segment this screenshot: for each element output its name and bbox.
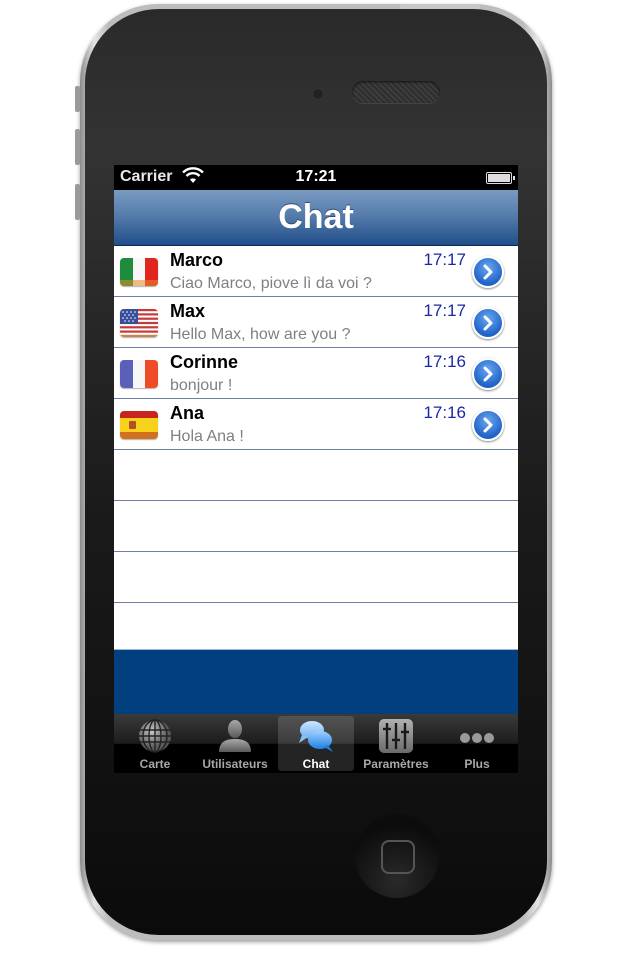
disclosure-button[interactable] xyxy=(472,409,504,441)
volume-down-button xyxy=(75,184,80,220)
italy-flag-icon xyxy=(120,258,158,286)
contact-name: Marco xyxy=(170,250,224,270)
empty-row xyxy=(114,603,518,655)
message-time: 17:16 xyxy=(423,403,466,422)
contact-name: Ana xyxy=(170,403,205,423)
battery-icon xyxy=(486,172,515,184)
page-title: Chat xyxy=(278,198,354,236)
empty-row xyxy=(114,552,518,603)
tab-bar: Carte Utilisateurs Chat Paramètres Plus xyxy=(114,714,518,773)
globe-icon xyxy=(137,719,173,753)
empty-row xyxy=(114,450,518,501)
empty-row xyxy=(114,501,518,552)
user-icon xyxy=(217,719,253,753)
chat-bubbles-icon xyxy=(298,719,334,753)
message-preview: bonjour ! xyxy=(170,377,233,394)
tab-utilisateurs[interactable]: Utilisateurs xyxy=(197,716,273,771)
france-flag-icon xyxy=(120,360,158,388)
screen: Carrier 17:21 Chat Marco Ciao Marco, pio… xyxy=(114,165,518,773)
tab-label: Chat xyxy=(302,757,330,771)
spain-flag-icon xyxy=(120,411,158,439)
home-button[interactable] xyxy=(355,814,439,898)
conversation-row-max[interactable]: Max Hello Max, how are you ? 17:17 xyxy=(114,297,518,348)
tab-label: Utilisateurs xyxy=(202,757,268,771)
home-square-icon xyxy=(381,840,415,874)
disclosure-button[interactable] xyxy=(472,358,504,390)
message-time: 17:17 xyxy=(423,250,466,269)
message-preview: Hola Ana ! xyxy=(170,428,244,445)
tab-chat[interactable]: Chat xyxy=(278,716,354,771)
navigation-bar: Chat xyxy=(114,190,518,246)
conversation-row-marco[interactable]: Marco Ciao Marco, piove lì da voi ? 17:1… xyxy=(114,246,518,297)
chevron-right-icon xyxy=(483,315,493,331)
status-time: 17:21 xyxy=(295,168,337,185)
disclosure-button[interactable] xyxy=(472,256,504,288)
tab-parametres[interactable]: Paramètres xyxy=(358,716,434,771)
contact-name: Max xyxy=(170,301,206,321)
usa-flag-icon xyxy=(120,309,158,337)
chevron-right-icon xyxy=(483,264,493,280)
message-preview: Hello Max, how are you ? xyxy=(170,326,351,343)
status-bar: Carrier 17:21 xyxy=(114,165,518,190)
sliders-icon xyxy=(378,719,414,753)
earpiece-speaker xyxy=(352,81,440,103)
message-preview: Ciao Marco, piove lì da voi ? xyxy=(170,275,372,292)
tab-carte[interactable]: Carte xyxy=(117,716,193,771)
tab-plus[interactable]: Plus xyxy=(439,716,515,771)
mute-switch xyxy=(75,86,80,112)
volume-up-button xyxy=(75,129,80,165)
tab-label: Carte xyxy=(139,757,171,771)
conversation-row-ana[interactable]: Ana Hola Ana ! 17:16 xyxy=(114,399,518,450)
message-time: 17:16 xyxy=(423,352,466,371)
tab-label: Plus xyxy=(464,757,490,771)
footer-band xyxy=(114,649,518,714)
contact-name: Corinne xyxy=(170,352,239,372)
front-camera xyxy=(312,88,324,100)
message-time: 17:17 xyxy=(423,301,466,320)
more-dots-icon xyxy=(459,719,495,753)
chevron-right-icon xyxy=(483,366,493,382)
conversation-list: Marco Ciao Marco, piove lì da voi ? 17:1… xyxy=(114,246,518,655)
chevron-right-icon xyxy=(483,417,493,433)
conversation-row-corinne[interactable]: Corinne bonjour ! 17:16 xyxy=(114,348,518,399)
disclosure-button[interactable] xyxy=(472,307,504,339)
tab-label: Paramètres xyxy=(363,757,429,771)
